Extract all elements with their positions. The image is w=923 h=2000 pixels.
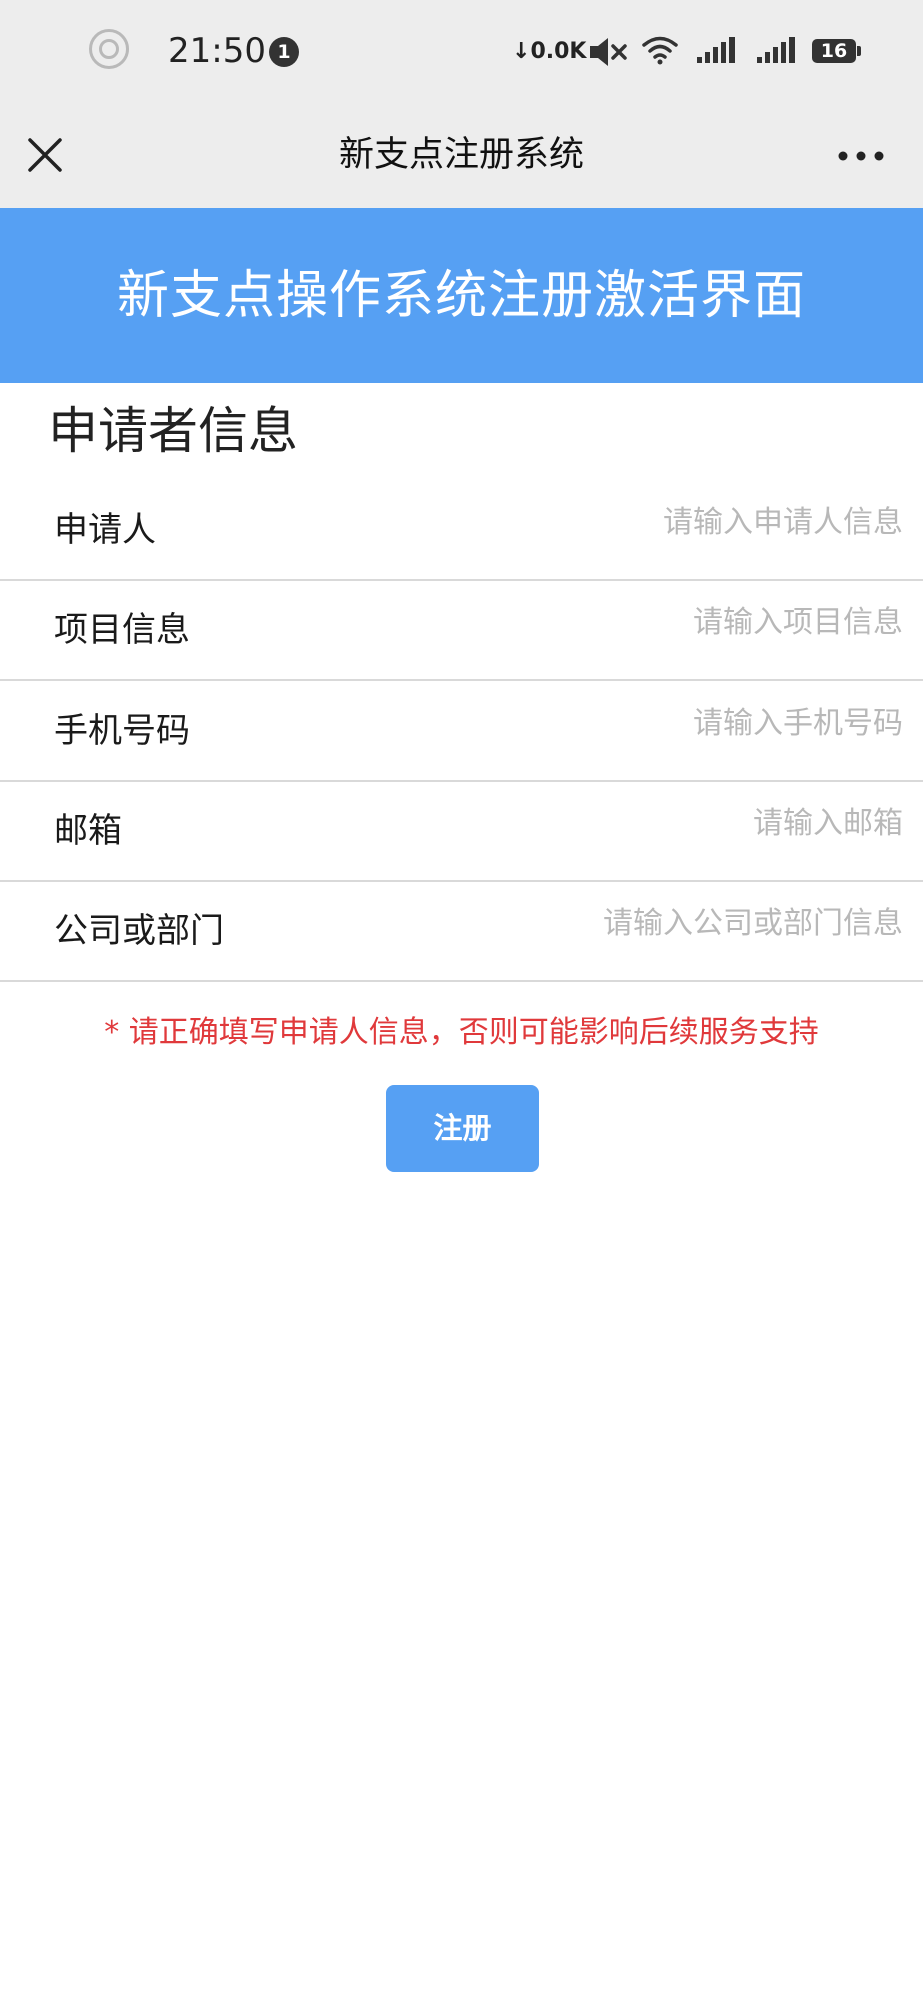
form-row-phone: 手机号码 <box>0 682 923 782</box>
wifi-icon <box>642 36 678 65</box>
nav-title: 新支点注册系统 <box>338 135 584 175</box>
more-icon[interactable] <box>836 146 886 166</box>
form-row-email: 邮箱 <box>0 782 923 882</box>
form-row-applicant: 申请人 <box>0 481 923 581</box>
project-input[interactable] <box>383 601 903 645</box>
applicant-label: 申请人 <box>54 510 156 550</box>
warning-text: * 请正确填写申请人信息，否则可能影响后续服务支持 <box>104 1015 819 1050</box>
email-label: 邮箱 <box>54 811 122 851</box>
notification-count-badge: 1 <box>269 37 299 67</box>
company-label: 公司或部门 <box>54 911 224 951</box>
net-speed-value: 0.0K <box>530 39 587 64</box>
form-row-project: 项目信息 <box>0 581 923 681</box>
net-speed: ↓0.0K <box>512 38 586 66</box>
status-time: 21:50 <box>168 31 266 71</box>
banner-title: 新支点操作系统注册激活界面 <box>116 266 806 326</box>
project-label: 项目信息 <box>54 610 190 650</box>
status-bar: 21:50 1 ↓0.0K 16 <box>0 0 923 104</box>
company-input[interactable] <box>383 902 903 946</box>
download-arrow-icon: ↓ <box>512 39 531 64</box>
section-title: 申请者信息 <box>48 402 298 460</box>
page-banner: 新支点操作系统注册激活界面 <box>0 208 923 383</box>
nav-bar: 新支点注册系统 <box>0 104 923 208</box>
applicant-input[interactable] <box>383 501 903 545</box>
signal-2-icon <box>757 37 795 63</box>
circle-icon <box>89 29 129 69</box>
signal-icon <box>697 37 735 63</box>
battery-icon: 16 <box>812 39 861 63</box>
mute-icon <box>590 38 627 66</box>
form-row-company: 公司或部门 <box>0 882 923 982</box>
register-button[interactable]: 注册 <box>386 1085 539 1172</box>
email-input[interactable] <box>383 802 903 846</box>
phone-input[interactable] <box>383 702 903 746</box>
phone-label: 手机号码 <box>54 711 190 751</box>
